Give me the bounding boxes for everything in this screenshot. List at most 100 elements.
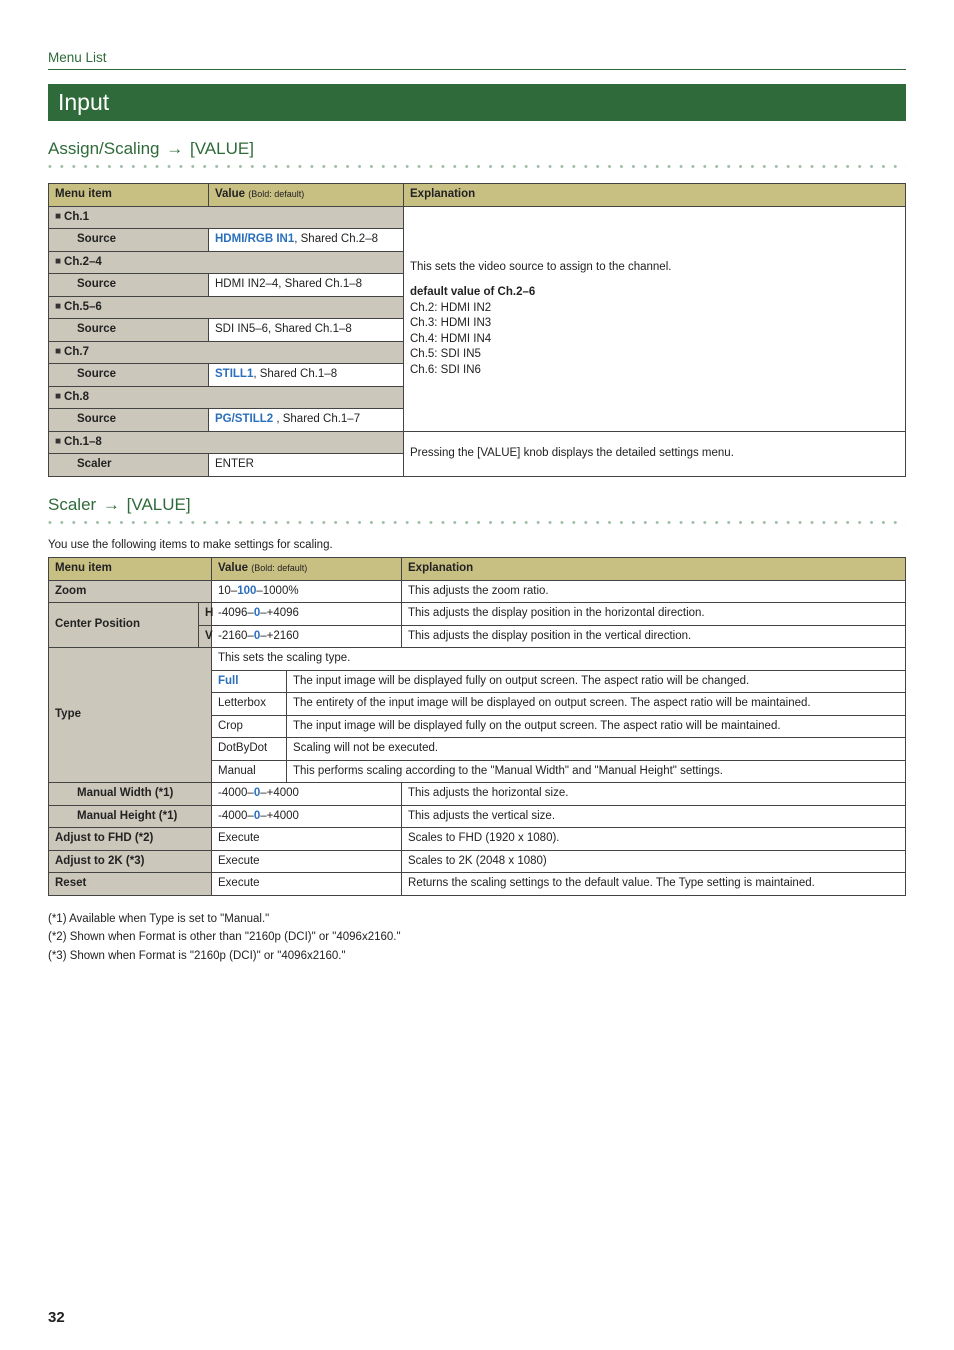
divider-dots: • • • • • • • • • • • • • • • • • • • • … — [48, 161, 906, 173]
adjust-2k-val: Execute — [212, 850, 402, 873]
cpos-h-expl: This adjusts the display position in the… — [402, 603, 906, 626]
col-value-note: (Bold: default) — [251, 563, 307, 573]
src3-val: SDI IN5–6, Shared Ch.1–8 — [209, 319, 404, 342]
scaler-label: Scaler — [49, 454, 209, 477]
expl-line-1: This sets the video source to assign to … — [410, 260, 899, 276]
col-value-text: Value — [218, 562, 248, 574]
zoom-vc: –1000% — [256, 585, 298, 597]
src5-v1: PG/STILL2 — [215, 413, 273, 425]
type-manual: Manual — [212, 760, 287, 783]
type-letterbox-expl: The entirety of the input image will be … — [287, 693, 906, 716]
divider-dots: • • • • • • • • • • • • • • • • • • • • … — [48, 517, 906, 529]
type-crop: Crop — [212, 715, 287, 738]
type-head: This sets the scaling type. — [212, 648, 906, 671]
arrow-icon: → — [164, 139, 185, 158]
assign-table: Menu item Value (Bold: default) Explanat… — [48, 183, 906, 477]
type-full: Full — [212, 670, 287, 693]
src1-label: Source — [49, 229, 209, 252]
src5-val: PG/STILL2 , Shared Ch.1–7 — [209, 409, 404, 432]
type-full-expl: The input image will be displayed fully … — [287, 670, 906, 693]
ch1-label: Ch.1 — [64, 211, 89, 223]
zoom-val: 10–100–1000% — [212, 580, 402, 603]
src2-val: HDMI IN2–4, Shared Ch.1–8 — [209, 274, 404, 297]
col-value-text: Value — [215, 188, 245, 200]
page-number: 32 — [48, 1309, 65, 1326]
row-ch8: ■Ch.8 — [49, 386, 404, 409]
scaler-intro: You use the following items to make sett… — [48, 539, 906, 551]
cpos-v: V — [199, 625, 212, 648]
manual-width-expl: This adjusts the horizontal size. — [402, 783, 906, 806]
zoom-va: 10– — [218, 585, 237, 597]
expl-l7: Ch.5: SDI IN5 — [410, 347, 899, 363]
mh-c: –+4000 — [260, 810, 299, 822]
cposv-c: –+2160 — [260, 630, 299, 642]
row-ch1: ■Ch.1 — [49, 206, 404, 229]
reset-label: Reset — [49, 873, 212, 896]
reset-expl: Returns the scaling settings to the defa… — [402, 873, 906, 896]
square-icon: ■ — [55, 435, 61, 449]
footnote-3: (*3) Shown when Format is "2160p (DCI)" … — [48, 947, 906, 965]
src5-v2: , Shared Ch.1–7 — [273, 413, 360, 425]
row-ch2-4: ■Ch.2–4 — [49, 251, 404, 274]
assign-expl-scaler: Pressing the [VALUE] knob displays the d… — [404, 431, 906, 476]
src2-label: Source — [49, 274, 209, 297]
type-full-text: Full — [218, 675, 238, 687]
square-icon: ■ — [55, 300, 61, 314]
subsection-title-b: [VALUE] — [190, 139, 254, 158]
row-ch1-8: ■Ch.1–8 — [49, 431, 404, 454]
cpos-v-expl: This adjusts the display position in the… — [402, 625, 906, 648]
section-input: Input — [48, 84, 906, 121]
subsection-assign-scaling: Assign/Scaling → [VALUE] — [48, 139, 906, 159]
mw-a: -4000– — [218, 787, 254, 799]
col-value: Value (Bold: default) — [209, 184, 404, 207]
col-value-note: (Bold: default) — [248, 189, 304, 199]
expl-l5: Ch.3: HDMI IN3 — [410, 316, 899, 332]
assign-expl-main: This sets the video source to assign to … — [404, 206, 906, 431]
cpos-v-val: -2160–0–+2160 — [212, 625, 402, 648]
row-ch5-6: ■Ch.5–6 — [49, 296, 404, 319]
col-explanation: Explanation — [402, 558, 906, 581]
zoom-label: Zoom — [49, 580, 212, 603]
adjust-fhd-label: Adjust to FHD (*2) — [49, 828, 212, 851]
zoom-expl: This adjusts the zoom ratio. — [402, 580, 906, 603]
src1-v1: HDMI/RGB IN1 — [215, 233, 294, 245]
menu-list-header: Menu List — [48, 50, 906, 70]
col-menu-item: Menu item — [49, 184, 209, 207]
type-manual-expl: This performs scaling according to the "… — [287, 760, 906, 783]
mw-c: –+4000 — [260, 787, 299, 799]
cposv-a: -2160– — [218, 630, 254, 642]
manual-width-val: -4000–0–+4000 — [212, 783, 402, 806]
col-value: Value (Bold: default) — [212, 558, 402, 581]
square-icon: ■ — [55, 345, 61, 359]
expl-line-3: default value of Ch.2–6 — [410, 286, 535, 298]
src4-label: Source — [49, 364, 209, 387]
square-icon: ■ — [55, 390, 61, 404]
footnotes: (*1) Available when Type is set to "Manu… — [48, 910, 906, 965]
type-crop-expl: The input image will be displayed fully … — [287, 715, 906, 738]
src3-label: Source — [49, 319, 209, 342]
src4-val: STILL1, Shared Ch.1–8 — [209, 364, 404, 387]
footnote-2: (*2) Shown when Format is other than "21… — [48, 928, 906, 946]
cpos-label: Center Position — [49, 603, 199, 648]
type-dotbydot: DotByDot — [212, 738, 287, 761]
ch7-label: Ch.7 — [64, 346, 89, 358]
square-icon: ■ — [55, 210, 61, 224]
adjust-fhd-expl: Scales to FHD (1920 x 1080). — [402, 828, 906, 851]
type-letterbox: Letterbox — [212, 693, 287, 716]
square-icon: ■ — [55, 255, 61, 269]
reset-val: Execute — [212, 873, 402, 896]
expl-l8: Ch.6: SDI IN6 — [410, 363, 899, 379]
footnote-1: (*1) Available when Type is set to "Manu… — [48, 910, 906, 928]
src4-v2: , Shared Ch.1–8 — [253, 368, 337, 380]
manual-width-label: Manual Width (*1) — [49, 783, 212, 806]
ch2-4-label: Ch.2–4 — [64, 256, 102, 268]
arrow-icon: → — [101, 495, 122, 514]
zoom-vb: 100 — [237, 585, 256, 597]
ch5-6-label: Ch.5–6 — [64, 301, 102, 313]
cposh-a: -4096– — [218, 607, 254, 619]
adjust-2k-expl: Scales to 2K (2048 x 1080) — [402, 850, 906, 873]
subsection-scaler-b: [VALUE] — [127, 495, 191, 514]
src4-v1: STILL1 — [215, 368, 253, 380]
scaler-val: ENTER — [209, 454, 404, 477]
src1-val: HDMI/RGB IN1, Shared Ch.2–8 — [209, 229, 404, 252]
